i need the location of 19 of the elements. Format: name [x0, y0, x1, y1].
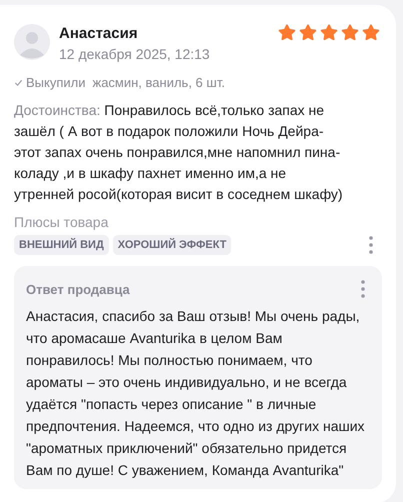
star-icon	[278, 24, 296, 42]
more-icon[interactable]	[368, 235, 374, 255]
pros-title: Плюсы товара	[14, 214, 110, 230]
advantages-text: Достоинства: Понравилось всё,только запах не зашёл ( А вот в подарок положили Ночь Дейра-этот запах очень понравился,мне напомнил пина-коладу ,и в шкафу пахнет именно им,а не утренней росой(которая висит в соседнем шкафу)	[14, 101, 344, 204]
review-date: 12 декабря 2025, 12:13	[59, 45, 211, 63]
check-icon	[14, 78, 23, 87]
more-icon[interactable]	[360, 279, 366, 299]
tag: ХОРОШИЙ ЭФФЕКТ	[112, 235, 232, 255]
star-icon	[341, 24, 359, 42]
reply-text: Анастасия, спасибо за Ваш отзыв! Мы очень рады, что аромасаше Avanturika в целом Вам понравилось! Мы полностью понимаем, что ароматы – это очень индивидуально, и не всегда удаётся "попасть через описание " в личные предпочтения. Надеемся, что одно из других наших "ароматных приключений" обязательно придется Вам по душе! С уважением, Команда Avanturika"	[26, 307, 366, 480]
author-name: Анастасия	[59, 25, 139, 43]
purchase-label: Выкупили	[26, 75, 86, 90]
star-icon	[299, 24, 317, 42]
star-icon	[320, 24, 338, 42]
reply-title: Ответ продавца	[26, 282, 130, 296]
purchase-details: жасмин, ваниль, 6 шт.	[92, 75, 225, 90]
star-icon	[362, 24, 380, 42]
tag: ВНЕШНИЙ ВИД	[14, 235, 109, 255]
avatar-icon	[14, 24, 50, 60]
